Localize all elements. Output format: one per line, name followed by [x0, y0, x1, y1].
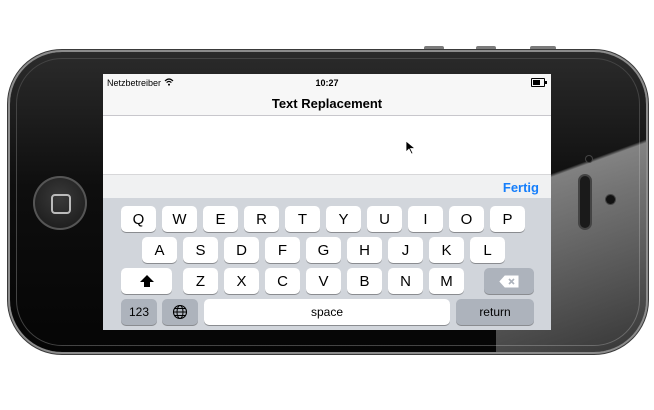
key-b[interactable]: B [347, 268, 382, 294]
key-k[interactable]: K [429, 237, 464, 263]
key-q[interactable]: Q [121, 206, 156, 232]
space-key[interactable]: space [204, 299, 450, 325]
proximity-sensor [586, 156, 592, 162]
mouse-cursor-icon [405, 140, 417, 155]
key-r[interactable]: R [244, 206, 279, 232]
key-t[interactable]: T [285, 206, 320, 232]
key-g[interactable]: G [306, 237, 341, 263]
status-time: 10:27 [315, 77, 339, 88]
key-j[interactable]: J [388, 237, 423, 263]
text-area[interactable] [103, 116, 551, 174]
key-x[interactable]: X [224, 268, 259, 294]
key-h[interactable]: H [347, 237, 382, 263]
key-l[interactable]: L [470, 237, 505, 263]
navigation-bar: Text Replacement [103, 91, 551, 116]
home-square-icon [51, 194, 71, 214]
keyboard-accessory-bar: Fertig [103, 174, 551, 199]
key-s[interactable]: S [183, 237, 218, 263]
key-n[interactable]: N [388, 268, 423, 294]
key-e[interactable]: E [203, 206, 238, 232]
key-u[interactable]: U [367, 206, 402, 232]
key-c[interactable]: C [265, 268, 300, 294]
key-a[interactable]: A [142, 237, 177, 263]
battery-icon [531, 78, 547, 87]
done-button[interactable]: Fertig [503, 180, 539, 195]
key-v[interactable]: V [306, 268, 341, 294]
key-w[interactable]: W [162, 206, 197, 232]
key-z[interactable]: Z [183, 268, 218, 294]
key-y[interactable]: Y [326, 206, 361, 232]
return-key[interactable]: return [456, 299, 534, 325]
key-f[interactable]: F [265, 237, 300, 263]
shift-key[interactable] [121, 268, 172, 294]
page-title: Text Replacement [271, 95, 383, 111]
key-o[interactable]: O [449, 206, 484, 232]
key-p[interactable]: P [490, 206, 525, 232]
keyboard: Q W E R T Y U I O P A S D F G H J K L Z … [103, 198, 551, 330]
key-i[interactable]: I [408, 206, 443, 232]
globe-key[interactable] [162, 299, 198, 325]
globe-icon [172, 304, 188, 320]
home-button[interactable] [33, 176, 87, 230]
front-camera [606, 195, 615, 204]
delete-key[interactable] [484, 268, 534, 294]
key-d[interactable]: D [224, 237, 259, 263]
backspace-icon [499, 275, 519, 287]
key-m[interactable]: M [429, 268, 464, 294]
earpiece-speaker [580, 176, 590, 228]
status-bar: Netzbetreiber 10:27 [103, 74, 551, 91]
screen: Netzbetreiber 10:27 Text Replacement Fer… [103, 74, 551, 330]
numbers-key[interactable]: 123 [121, 299, 157, 325]
shift-arrow-icon [139, 275, 154, 287]
